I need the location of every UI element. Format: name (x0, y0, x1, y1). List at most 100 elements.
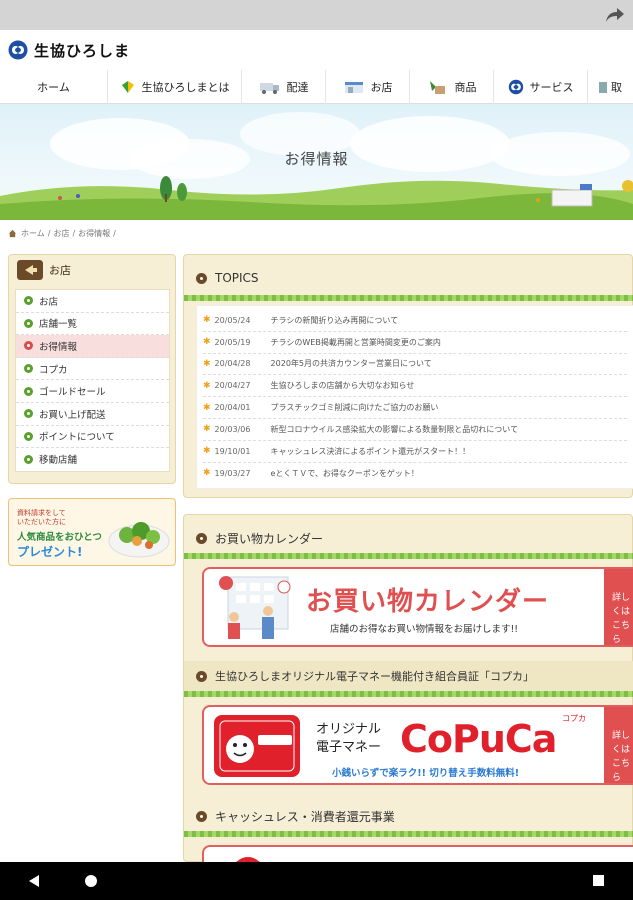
truck-icon (259, 83, 279, 94)
cashless-section-title: キャッシュレス・消費者還元事業 (184, 801, 633, 831)
recent-apps-icon[interactable] (592, 874, 605, 887)
sidebar-item-points[interactable]: ポイントについて (16, 426, 169, 449)
feature-panel: お買い物カレンダー お買い物カレンダー 店舗のお得なお買い物情報をお届けします!… (183, 514, 633, 885)
sidebar-item-gold-sale[interactable]: ゴールドセール (16, 380, 169, 403)
copuca-banner[interactable]: オリジナル 電子マネー CoPuCa コプカ 小銭いらずで楽ラク!! 切り替え手数… (202, 705, 633, 785)
topic-text: 生協ひろしまの店舗から大切なお知らせ (270, 381, 415, 391)
gnav-label: 取 (611, 81, 622, 94)
bullet-icon (24, 364, 33, 374)
back-icon[interactable] (28, 874, 40, 888)
section-title-text: TOPICS (215, 271, 259, 285)
star-icon: ✱ (203, 424, 211, 435)
star-icon: ✱ (203, 402, 211, 413)
bullet-icon (24, 341, 33, 351)
browser-top-bar (0, 0, 633, 30)
promo-text-line4: プレゼント! (17, 545, 83, 559)
topic-text: チラシのWEB掲載再開と営業時間変更のご案内 (270, 337, 441, 347)
sidebar-item-copuca[interactable]: コプカ (16, 358, 169, 381)
gnav-label: ホーム (37, 81, 70, 94)
gnav-more[interactable]: 取 (588, 70, 633, 104)
star-icon: ✱ (203, 446, 211, 457)
topics-title: TOPICS (184, 263, 633, 293)
sidebar-item-store[interactable]: お店 (16, 290, 169, 313)
topics-panel: TOPICS ✱ 20/05/24 チラシの新聞折り込み再開について ✱ 20/05/… (183, 254, 633, 498)
grass-divider (184, 691, 633, 697)
sidebar-item-label: ポイントについて (39, 432, 115, 444)
breadcrumb-store[interactable]: お店 (53, 228, 69, 239)
star-icon: ✱ (203, 358, 211, 369)
side-nav-title: お店 (49, 264, 71, 277)
gnav-about[interactable]: 生協ひろしまとは (108, 70, 242, 104)
grass-divider (184, 831, 633, 837)
side-nav-list: お店 店舗一覧 お得情報 コプカ ゴールドセール お買い上げ配送 ポイントについ… (15, 289, 170, 472)
sidebar-item-label: お得情報 (39, 341, 78, 353)
copuca-line1: オリジナル (316, 722, 382, 737)
grass-divider (184, 553, 633, 559)
copuca-subtitle: 小銭いらずで楽ラク!! 切り替え手数料無料! (332, 768, 520, 779)
list-item[interactable]: ✱ 20/04/27 生協ひろしまの店舗から大切なお知らせ (203, 375, 627, 398)
gnav-home[interactable]: ホーム (0, 70, 108, 104)
share-arrow-icon[interactable] (605, 6, 625, 24)
gnav-label: お店 (370, 81, 393, 94)
gnav-delivery[interactable]: 配達 (242, 70, 326, 104)
topic-text: 2020年5月の共済カウンター営業日について (270, 359, 432, 369)
details-tab[interactable]: 詳しくはこちら (604, 569, 633, 645)
bullet-icon (196, 670, 207, 682)
coop-logo-icon (8, 40, 28, 60)
list-item[interactable]: ✱ 19/03/27 eとくＴＶで、お得なクーポンをゲット！ (203, 463, 627, 485)
list-item[interactable]: ✱ 20/03/06 新型コロナウイルス感染拡大の影響による数量制限と品切れについて (203, 419, 627, 441)
bullet-icon (24, 431, 33, 441)
star-icon: ✱ (203, 337, 211, 348)
gnav-products[interactable]: 商品 (410, 70, 494, 104)
gnav-store[interactable]: お店 (326, 70, 410, 104)
topic-date: 19/10/01 (214, 446, 251, 456)
section-title-text: 生協ひろしまオリジナル電子マネー機能付き組合員証「コプカ」 (215, 670, 534, 683)
sidebar-item-store-list[interactable]: 店舗一覧 (16, 313, 169, 336)
leaf-badge-icon (121, 81, 134, 93)
sidebar-item-deals[interactable]: お得情報 (16, 335, 169, 358)
sidebar-item-label: お買い上げ配送 (39, 409, 106, 421)
gnav-label: 商品 (454, 81, 477, 94)
sidebar-item-label: ゴールドセール (39, 387, 106, 399)
list-item[interactable]: ✱ 20/04/01 プラスチックゴミ削減に向けたご協力のお願い (203, 397, 627, 419)
product-icon (429, 81, 445, 94)
list-item[interactable]: ✱ 19/10/01 キャッシュレス決済によるポイント還元がスタート！！ (203, 441, 627, 463)
calendar-banner[interactable]: お買い物カレンダー 店舗のお得なお買い物情報をお届けします!! 詳しくはこちら (202, 567, 633, 647)
copuca-section-title: 生協ひろしまオリジナル電子マネー機能付き組合員証「コプカ」 (184, 661, 633, 691)
list-item[interactable]: ✱ 20/05/24 チラシの新聞折り込み再開について (203, 310, 627, 332)
breadcrumb-home[interactable]: ホーム (21, 228, 45, 239)
topic-text: プラスチックゴミ削減に向けたご協力のお願い (270, 403, 439, 413)
details-tab[interactable]: 詳しくはこちら (604, 707, 633, 783)
bullet-icon (24, 318, 33, 328)
topic-text: 新型コロナウイルス感染拡大の影響による数量制限と品切れについて (270, 424, 519, 434)
global-nav: ホーム 生協ひろしまとは 配達 お店 商品 サービス 取 (0, 70, 633, 104)
book-icon (599, 82, 607, 93)
star-icon: ✱ (203, 380, 211, 391)
salad-image (108, 522, 170, 558)
site-logo[interactable]: 生協ひろしま (8, 39, 130, 61)
bullet-icon (24, 296, 33, 306)
list-item[interactable]: ✱ 20/04/28 2020年5月の共済カウンター営業日について (203, 354, 627, 376)
topic-text: eとくＴＶで、お得なクーポンをゲット！ (270, 468, 419, 478)
site-header: 生協ひろしま ホーム 生協ひろしまとは 配達 お店 商品 サービス 取 (0, 30, 633, 104)
bullet-icon (196, 810, 207, 822)
sidebar-item-label: コプカ (39, 364, 68, 376)
gnav-service[interactable]: サービス (494, 70, 588, 104)
home-button-icon[interactable] (84, 874, 98, 888)
copuca-card-illustration (214, 715, 300, 777)
calendar-banner-title: お買い物カレンダー (306, 587, 550, 617)
copuca-text: オリジナル 電子マネー (316, 721, 381, 757)
sidebar-item-delivery[interactable]: お買い上げ配送 (16, 403, 169, 426)
logo-text: 生協ひろしま (34, 41, 131, 60)
home-icon[interactable] (8, 229, 17, 238)
gnav-label: 配達 (286, 81, 309, 94)
breadcrumb-current: お得情報 (78, 229, 111, 238)
star-icon: ✱ (203, 468, 211, 479)
store-tag-icon (17, 260, 43, 280)
list-item[interactable]: ✱ 20/05/19 チラシのWEB掲載再開と営業時間変更のご案内 (203, 332, 627, 354)
side-nav-header: お店 (9, 255, 175, 285)
topic-date: 20/05/19 (214, 337, 251, 347)
star-icon: ✱ (203, 315, 211, 326)
sidebar-item-mobile-store[interactable]: 移動店舗 (16, 448, 169, 471)
promo-banner[interactable]: 資料請求をして いただいた方に 人気商品をおひとつ プレゼント! (8, 498, 176, 566)
